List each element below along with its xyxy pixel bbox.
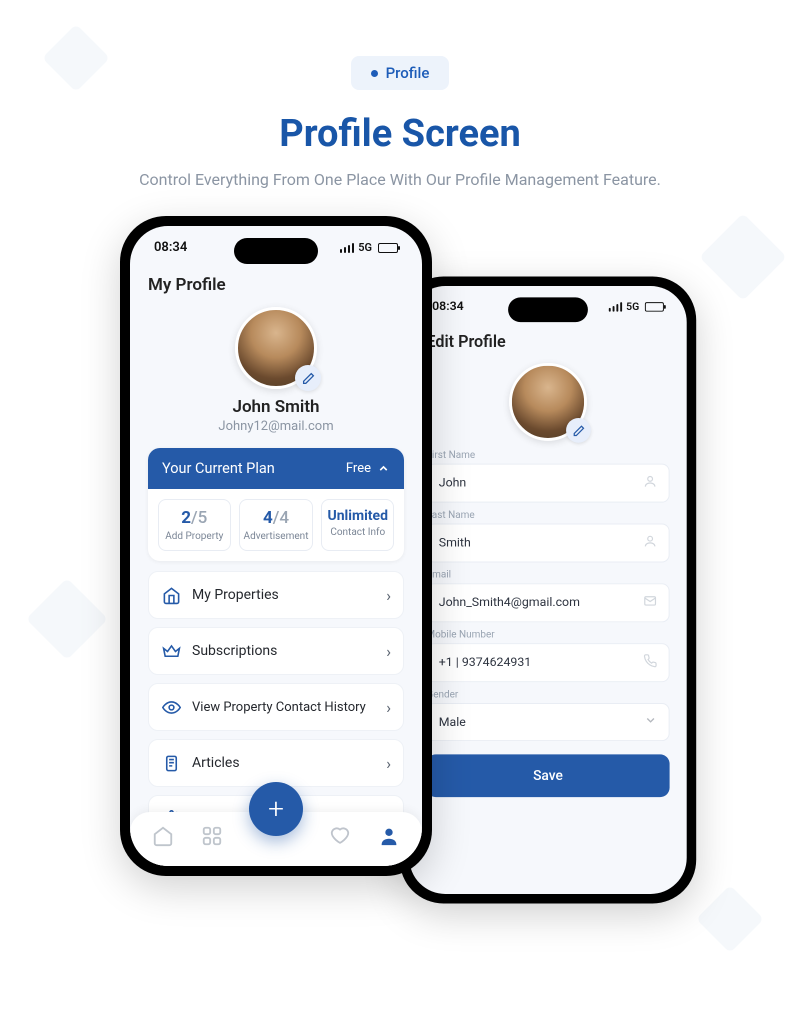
chevron-up-icon (377, 462, 390, 475)
pencil-icon (572, 424, 584, 436)
phone-my-profile: 08:34 5G My Profile John Smith Johny12@m… (120, 216, 432, 876)
battery-icon (645, 302, 664, 312)
edit-profile-title: Edit Profile (426, 333, 669, 352)
plan-header[interactable]: Your Current Plan Free (148, 448, 404, 489)
network-label: 5G (626, 300, 639, 312)
user-name: John Smith (148, 397, 404, 417)
menu-subscriptions[interactable]: Subscriptions › (148, 627, 404, 675)
gender-field[interactable]: Male (426, 703, 669, 741)
edit-avatar-button[interactable] (295, 365, 321, 391)
plan-tier: Free (346, 461, 371, 476)
chevron-down-icon (644, 714, 657, 731)
plan-card: Your Current Plan Free 2/5 Add Property … (148, 448, 404, 561)
plan-title: Your Current Plan (162, 460, 275, 477)
chevron-right-icon: › (386, 586, 391, 605)
eye-icon (161, 697, 181, 717)
last-name-label: Last Name (426, 508, 669, 520)
email-label: Email (426, 568, 669, 580)
stat-contact-info: Unlimited Contact Info (321, 499, 394, 551)
tag-label: Profile (386, 64, 430, 82)
my-profile-title: My Profile (148, 275, 404, 295)
mail-icon (643, 594, 657, 612)
user-email: Johny12@mail.com (148, 419, 404, 434)
crown-icon (161, 641, 181, 661)
user-icon (643, 474, 657, 492)
menu-articles[interactable]: Articles › (148, 739, 404, 787)
stat-add-property: 2/5 Add Property (158, 499, 231, 551)
chevron-right-icon: › (386, 698, 391, 717)
subtitle: Control Everything From One Place With O… (0, 168, 800, 192)
signal-icon (609, 302, 623, 312)
profile-tag: Profile (351, 56, 450, 90)
nav-grid[interactable] (200, 824, 224, 848)
dynamic-island (508, 297, 588, 322)
nav-favorites[interactable] (328, 824, 352, 848)
user-icon (643, 534, 657, 552)
save-button[interactable]: Save (426, 754, 669, 797)
dot-icon (371, 70, 378, 77)
email-field[interactable]: John_Smith4@gmail.com (426, 583, 669, 622)
phone-icon (643, 654, 657, 672)
first-name-label: First Name (426, 448, 669, 460)
network-label: 5G (358, 241, 372, 254)
stat-advertisement: 4/4 Advertisement (239, 499, 314, 551)
battery-icon (378, 243, 398, 253)
home-icon (161, 585, 181, 605)
clipboard-icon (161, 753, 181, 773)
nav-home[interactable] (151, 824, 175, 848)
chevron-right-icon: › (386, 754, 391, 773)
add-fab[interactable]: + (249, 782, 303, 836)
signal-icon (340, 243, 355, 253)
edit-avatar-button[interactable] (566, 418, 591, 443)
first-name-field[interactable]: John (426, 464, 669, 503)
dynamic-island (234, 238, 318, 264)
plus-icon: + (268, 795, 284, 823)
nav-profile[interactable] (377, 824, 401, 848)
mobile-label: Mobile Number (426, 628, 669, 640)
pencil-icon (302, 372, 315, 385)
status-time: 08:34 (432, 299, 464, 313)
page-title: Profile Screen (0, 112, 800, 156)
mobile-field[interactable]: +1 | 9374624931 (426, 643, 669, 682)
gender-label: Gender (426, 688, 669, 700)
last-name-field[interactable]: Smith (426, 524, 669, 563)
menu-contact-history[interactable]: View Property Contact History › (148, 683, 404, 731)
phone-edit-profile: 08:34 5G Edit Profile First Name (400, 277, 696, 904)
status-time: 08:34 (154, 240, 187, 255)
chevron-right-icon: › (386, 642, 391, 661)
menu-my-properties[interactable]: My Properties › (148, 571, 404, 619)
